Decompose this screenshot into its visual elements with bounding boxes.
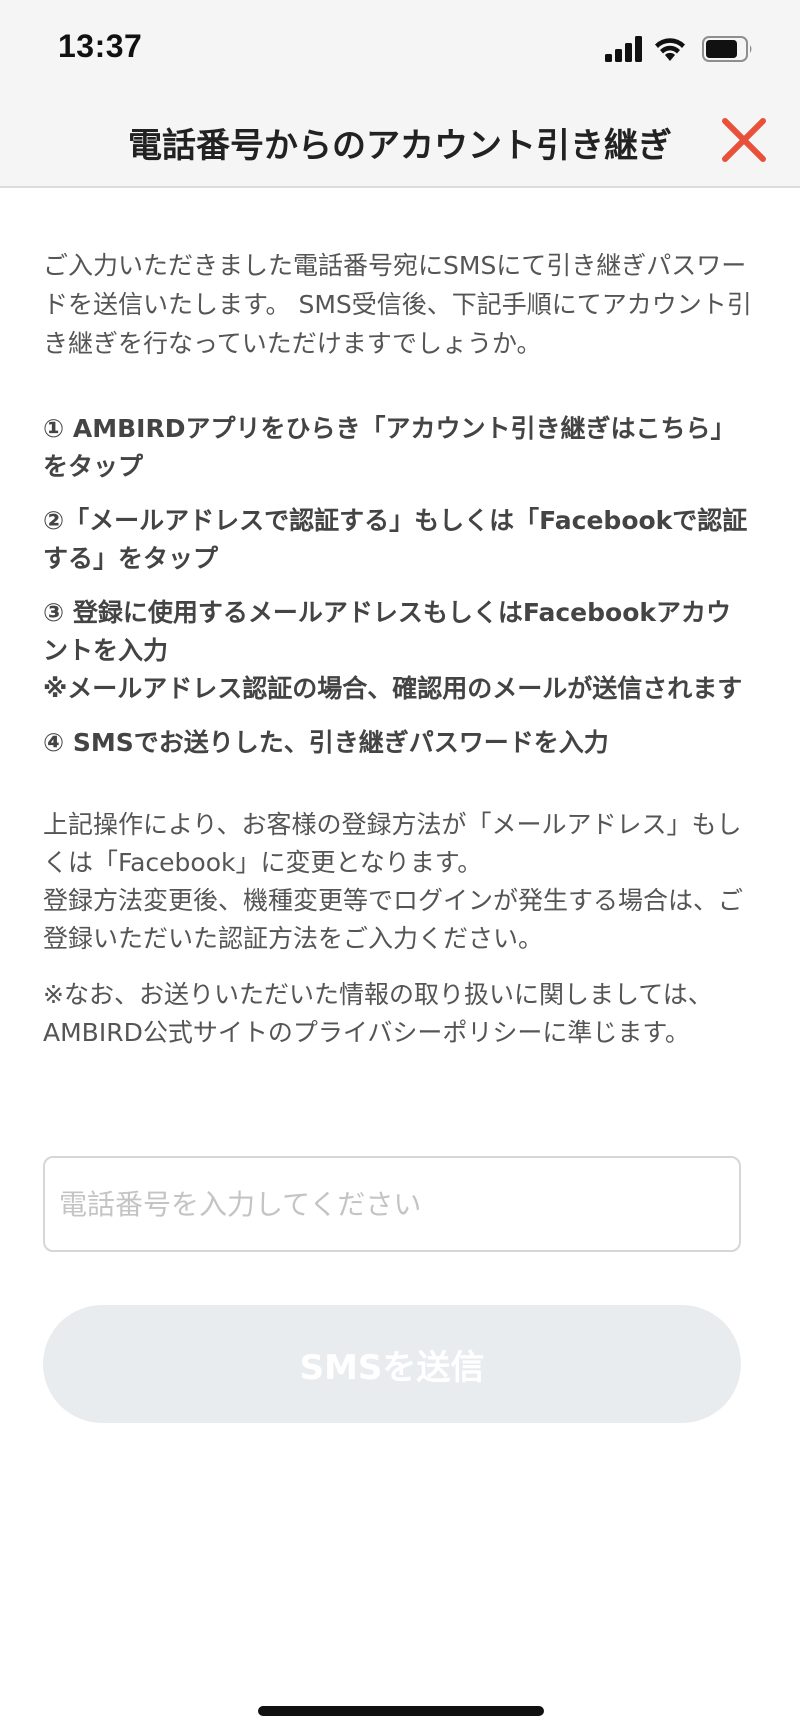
battery-icon bbox=[702, 36, 752, 62]
intro-text: ご入力いただきました電話番号宛にSMSにて引き継ぎパスワードを送信いたします。 … bbox=[43, 251, 752, 358]
home-indicator bbox=[258, 1706, 544, 1716]
note-privacy-policy: ※なお、お送りいただいた情報の取り扱いに関しましては、AMBIRD公式サイトのプ… bbox=[43, 980, 713, 1047]
step-3-text: ③ 登録に使用するメールアドレスもしくはFacebookアカウントを入力 bbox=[43, 598, 732, 665]
note-2: 登録方法変更後、機種変更等でログインが発生する場合は、ご登録いただいた認証方法を… bbox=[43, 886, 744, 953]
note-1: 上記操作により、お客様の登録方法が「メールアドレス」もしくは「Facebook」… bbox=[43, 810, 742, 877]
wifi-icon bbox=[655, 38, 685, 61]
send-sms-button[interactable]: SMSを送信 bbox=[43, 1305, 741, 1423]
step-3-note: ※メールアドレス認証の場合、確認用のメールが送信されます bbox=[43, 674, 743, 703]
instructions: ご入力いただきました電話番号宛にSMSにて引き継ぎパスワードを送信いたします。 … bbox=[43, 246, 753, 1052]
notes: 上記操作により、お客様の登録方法が「メールアドレス」もしくは「Facebook」… bbox=[43, 806, 753, 1052]
phone-number-input[interactable] bbox=[43, 1156, 741, 1252]
step-3: ③ 登録に使用するメールアドレスもしくはFacebookアカウントを入力 ※メー… bbox=[43, 594, 753, 708]
screen: 13:37 電話番号からのアカウント引き継ぎ ご入力いただきました電話番号宛にS… bbox=[0, 0, 800, 1732]
step-2: ②「メールアドレスで認証する」もしくは「Facebookで認証する」をタップ bbox=[43, 506, 748, 573]
status-time: 13:37 bbox=[58, 28, 143, 64]
note-registration-change: 上記操作により、お客様の登録方法が「メールアドレス」もしくは「Facebook」… bbox=[43, 806, 753, 958]
steps-list: ① AMBIRDアプリをひらき「アカウント引き継ぎはこちら」をタップ ②「メール… bbox=[43, 410, 753, 762]
close-icon[interactable] bbox=[718, 114, 770, 166]
header: 13:37 電話番号からのアカウント引き継ぎ bbox=[0, 0, 800, 188]
step-1: ① AMBIRDアプリをひらき「アカウント引き継ぎはこちら」をタップ bbox=[43, 414, 736, 481]
step-4: ④ SMSでお送りした、引き継ぎパスワードを入力 bbox=[43, 728, 609, 757]
page-title: 電話番号からのアカウント引き継ぎ bbox=[128, 126, 672, 166]
signal-icon bbox=[605, 36, 642, 62]
